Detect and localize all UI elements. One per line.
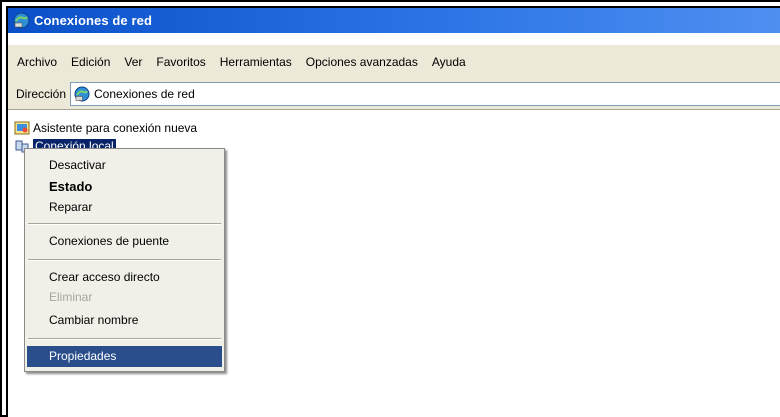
menu-item-cambiar-nombre[interactable]: Cambiar nombre	[27, 310, 222, 331]
menu-ver[interactable]: Ver	[117, 55, 149, 69]
menu-separator	[28, 259, 221, 261]
list-item-label: Asistente para conexión nueva	[33, 121, 198, 135]
address-value: Conexiones de red	[94, 87, 195, 101]
window-title: Conexiones de red	[34, 13, 153, 28]
new-connection-wizard-icon	[14, 121, 30, 135]
menu-item-desactivar[interactable]: Desactivar	[27, 155, 222, 176]
menu-archivo[interactable]: Archivo	[8, 55, 64, 69]
menu-item-propiedades[interactable]: Propiedades	[27, 346, 222, 367]
menu-opciones-avanzadas[interactable]: Opciones avanzadas	[299, 55, 425, 69]
network-connections-icon	[74, 86, 90, 102]
menu-item-estado[interactable]: Estado	[27, 176, 222, 197]
network-connections-icon	[13, 12, 30, 29]
address-field[interactable]: Conexiones de red	[70, 82, 780, 106]
menu-favoritos[interactable]: Favoritos	[149, 55, 212, 69]
menu-separator	[28, 223, 221, 225]
menu-ayuda[interactable]: Ayuda	[425, 55, 473, 69]
menu-item-eliminar: Eliminar	[49, 290, 93, 304]
menu-herramientas[interactable]: Herramientas	[213, 55, 299, 69]
menu-item-conexiones-de-puente[interactable]: Conexiones de puente	[27, 231, 222, 252]
menu-edicion[interactable]: Edición	[64, 55, 117, 69]
menu-bar: Archivo Edición Ver Favoritos Herramient…	[8, 44, 780, 80]
address-bar: Dirección Conexiones de red	[8, 79, 780, 110]
address-label: Dirección	[16, 87, 67, 101]
menu-item-crear-acceso-directo[interactable]: Crear acceso directo	[27, 267, 222, 288]
menu-item-reparar[interactable]: Reparar	[27, 197, 222, 218]
context-menu: Desactivar Estado Reparar Conexiones de …	[24, 148, 225, 372]
list-item[interactable]: Asistente para conexión nueva	[14, 120, 197, 136]
menu-separator	[28, 338, 221, 340]
title-bar[interactable]: Conexiones de red	[8, 8, 780, 33]
